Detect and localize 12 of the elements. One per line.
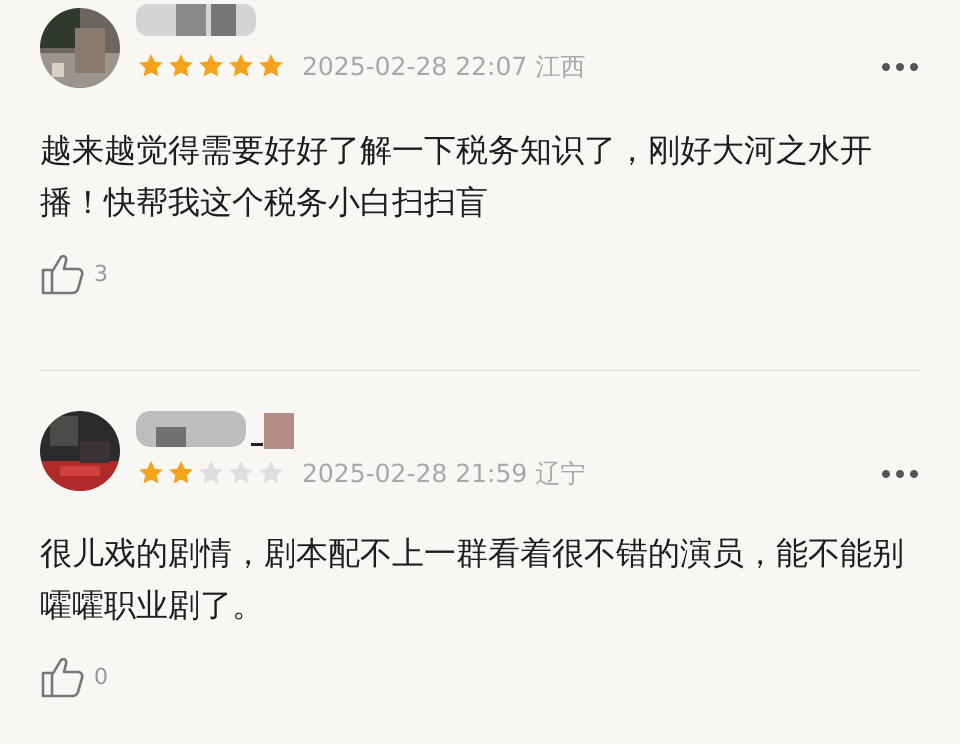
review-text: 越来越觉得需要好好了解一下税务知识了，刚好大河之水开播！快帮我这个税务小白扫扫盲 — [40, 130, 873, 223]
like-count: 0 — [94, 664, 108, 692]
review-text: 很儿戏的剧情，剧本配不上一群看着很不错的演员，能不能别嚯嚯职业剧了。 — [40, 533, 905, 626]
thumbs-up-icon[interactable] — [40, 655, 86, 699]
location: 辽宁 — [535, 460, 586, 486]
review-time: 2025-02-28 22:07 — [302, 54, 528, 78]
review-time: 2025-02-28 21:59 — [302, 460, 528, 486]
thumbs-up-icon[interactable] — [40, 252, 86, 296]
like-count: 3 — [94, 260, 108, 288]
more-icon[interactable] — [880, 468, 920, 480]
location: 江西 — [535, 54, 586, 78]
more-icon[interactable] — [880, 60, 920, 73]
